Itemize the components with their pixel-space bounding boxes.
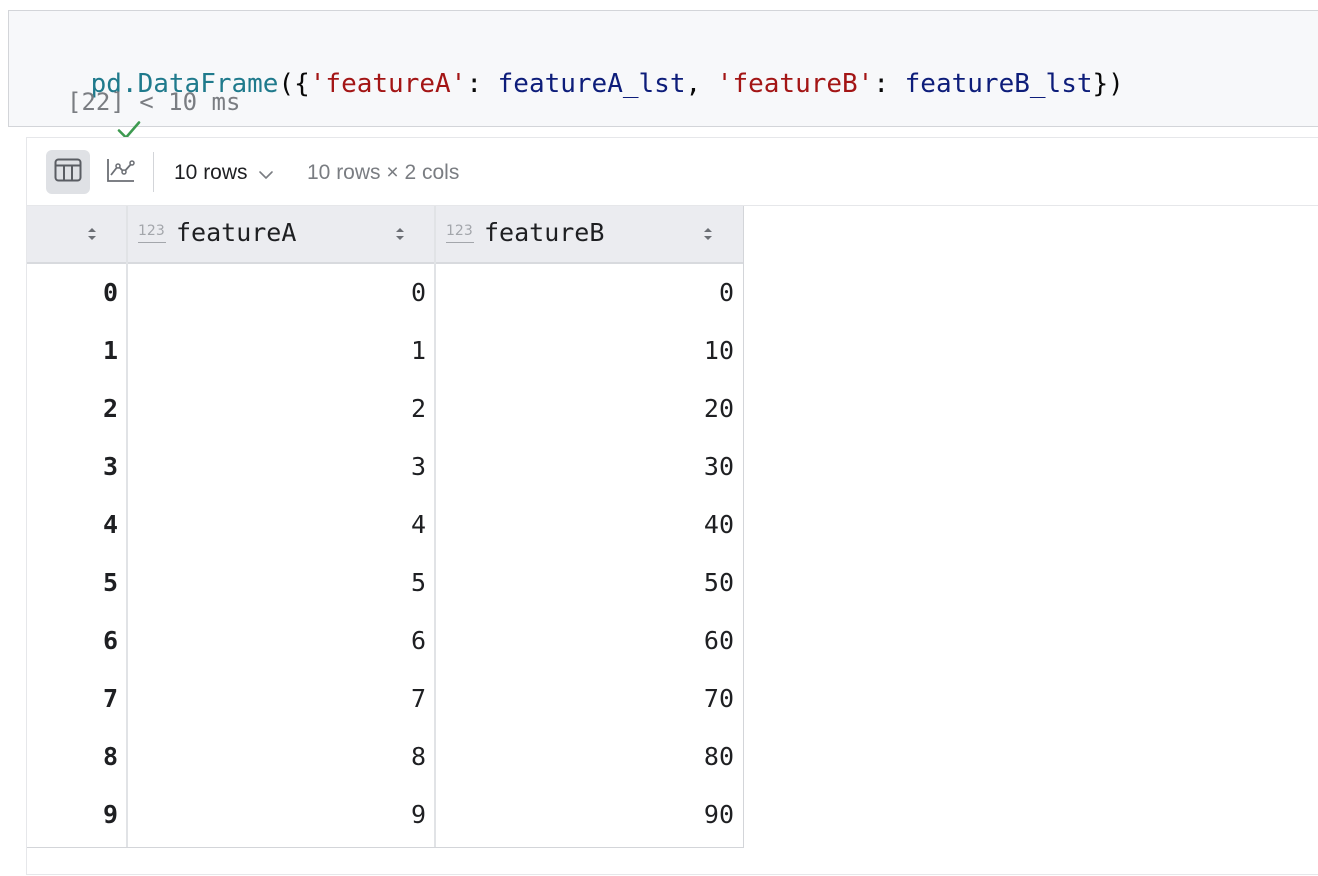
row-index: 7 [102, 684, 118, 713]
table-row[interactable]: 8 8 80 [27, 728, 743, 786]
cell-featureB[interactable]: 60 [436, 612, 734, 670]
execution-status: [22] < 10 ms [29, 87, 241, 139]
cell-featureA[interactable]: 4 [128, 496, 426, 554]
cell-featureA[interactable]: 3 [128, 438, 426, 496]
sort-icon[interactable] [394, 225, 406, 243]
code-line[interactable]: pd.DataFrame({'featureA': featureA_lst, … [28, 33, 1124, 135]
table-row[interactable]: 3 3 30 [27, 438, 743, 496]
table-icon [54, 158, 82, 187]
row-index: 3 [102, 452, 118, 481]
row-index: 6 [102, 626, 118, 655]
row-index: 5 [102, 568, 118, 597]
table-body: 0 0 0 1 1 10 2 2 20 3 3 30 4 4 40 5 5 50… [27, 264, 743, 844]
table-header: 123 featureA 123 featureB [27, 206, 743, 264]
code-token: 'featureB' [716, 69, 874, 99]
chart-view-button[interactable] [99, 150, 143, 194]
dataframe-output: 10 rows 10 rows × 2 cols 123 featureA 12… [26, 137, 1318, 875]
cell-featureB[interactable]: 80 [436, 728, 734, 786]
check-icon [29, 89, 141, 139]
row-index: 9 [102, 800, 118, 829]
cell-featureA[interactable]: 1 [128, 322, 426, 380]
code-token: 'featureA' [309, 69, 467, 99]
sort-icon[interactable] [86, 225, 98, 243]
cell-featureB[interactable]: 50 [436, 554, 734, 612]
sort-icon[interactable] [702, 225, 714, 243]
table-row[interactable]: 2 2 20 [27, 380, 743, 438]
column-name: featureB [484, 218, 605, 247]
row-index: 2 [102, 394, 118, 423]
code-cell[interactable]: pd.DataFrame({'featureA': featureA_lst, … [8, 10, 1318, 139]
cell-featureA[interactable]: 8 [128, 728, 426, 786]
cell-featureA[interactable]: 2 [128, 380, 426, 438]
cell-featureA[interactable]: 0 [128, 264, 426, 322]
cell-featureA[interactable]: 9 [128, 786, 426, 844]
cell-featureB[interactable]: 0 [436, 264, 734, 322]
table-row[interactable]: 9 9 90 [27, 786, 743, 844]
chevron-down-icon [258, 165, 274, 181]
dataframe-table: 123 featureA 123 featureB 0 0 0 1 1 10 2… [27, 206, 744, 848]
cell-featureB[interactable]: 10 [436, 322, 734, 380]
line-chart-icon [106, 157, 136, 188]
cell-featureB[interactable]: 30 [436, 438, 734, 496]
cell-featureB[interactable]: 70 [436, 670, 734, 728]
cell-featureB[interactable]: 20 [436, 380, 734, 438]
code-token: : [873, 69, 905, 99]
cell-featureB[interactable]: 90 [436, 786, 734, 844]
cell-featureA[interactable]: 6 [128, 612, 426, 670]
table-row[interactable]: 6 6 60 [27, 612, 743, 670]
code-token: featureA_lst [497, 69, 686, 99]
table-view-button[interactable] [46, 150, 90, 194]
toolbar-divider [153, 152, 154, 192]
cell-featureA[interactable]: 5 [128, 554, 426, 612]
column-header-featureA[interactable]: 123 featureA [128, 206, 434, 262]
table-row[interactable]: 0 0 0 [27, 264, 743, 322]
code-token: ({ [278, 69, 310, 99]
column-name: featureA [176, 218, 297, 247]
code-token: : [466, 69, 498, 99]
row-index: 0 [102, 278, 118, 307]
column-header-featureB[interactable]: 123 featureB [436, 206, 742, 262]
table-row[interactable]: 1 1 10 [27, 322, 743, 380]
cell-featureB[interactable]: 40 [436, 496, 734, 554]
row-index: 1 [102, 336, 118, 365]
rows-dropdown-label: 10 rows [174, 161, 248, 184]
code-token: featureB_lst [904, 69, 1093, 99]
execution-count: [22] [67, 88, 125, 116]
cell-featureA[interactable]: 7 [128, 670, 426, 728]
dataframe-shape-label: 10 rows × 2 cols [307, 161, 460, 184]
table-row[interactable]: 4 4 40 [27, 496, 743, 554]
rows-per-page-dropdown[interactable]: 10 rows [174, 158, 274, 188]
table-row[interactable]: 7 7 70 [27, 670, 743, 728]
code-token: }) [1092, 69, 1124, 99]
row-index: 8 [102, 742, 118, 771]
code-token: , [685, 69, 717, 99]
index-column-header[interactable] [27, 206, 126, 262]
numeric-type-badge: 123 [138, 223, 166, 243]
execution-duration: < 10 ms [139, 88, 241, 116]
numeric-type-badge: 123 [446, 223, 474, 243]
output-toolbar: 10 rows 10 rows × 2 cols [27, 138, 1318, 206]
table-row[interactable]: 5 5 50 [27, 554, 743, 612]
row-index: 4 [102, 510, 118, 539]
